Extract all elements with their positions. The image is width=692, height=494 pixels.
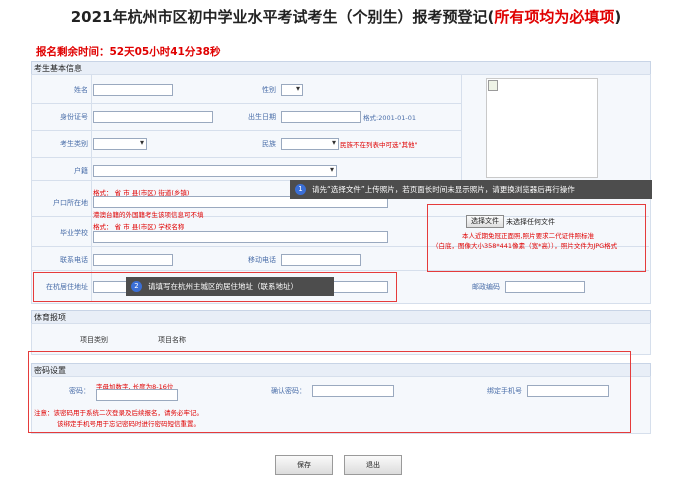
hukou-address-hint: 港澳台籍的外国籍考生该项信息可不填	[93, 211, 204, 219]
ethnic-hint: 民族不在列表中可选"其他"	[340, 141, 418, 149]
password-highlight-box	[28, 351, 631, 433]
step-2-badge: 2	[131, 281, 142, 292]
name-label: 姓名	[74, 86, 88, 94]
photo-highlight-box	[427, 204, 646, 272]
basic-info-title: 考生基本信息	[34, 64, 82, 73]
broken-image-icon	[488, 80, 498, 91]
category-select[interactable]	[93, 138, 147, 150]
name-input[interactable]	[93, 84, 173, 96]
postcode-label: 邮政编码	[472, 283, 500, 291]
step-1-badge: 1	[295, 184, 306, 195]
sports-header: 体育报项	[31, 310, 651, 324]
page-title: 2021年杭州市区初中学业水平考试考生（个别生）报考预登记(所有项均为必填项)	[70, 8, 622, 26]
ethnic-label: 民族	[262, 140, 276, 148]
birth-label: 出生日期	[248, 113, 276, 121]
sports-title: 体育报项	[34, 313, 66, 322]
contact-phone-label: 联系电话	[60, 256, 88, 264]
col-divider	[461, 74, 462, 180]
hukou-address-label: 户口所在地	[53, 199, 88, 207]
mobile-phone-input[interactable]	[281, 254, 361, 266]
school-label: 毕业学校	[60, 229, 88, 237]
row-divider	[31, 157, 461, 158]
category-label: 考生类别	[60, 140, 88, 148]
postcode-input[interactable]	[505, 281, 585, 293]
gender-label: 性别	[262, 86, 276, 94]
col-divider	[91, 74, 92, 302]
birth-input[interactable]	[281, 111, 361, 123]
countdown-text: 报名剩余时间：52天05小时41分38秒	[36, 46, 221, 58]
mobile-phone-label: 移动电话	[248, 256, 276, 264]
id-label: 身份证号	[60, 113, 88, 121]
hukou-select[interactable]	[93, 165, 337, 177]
residence-tooltip: 2 请填写在杭州主城区的居住地址（联系地址）	[126, 277, 334, 296]
gender-select[interactable]	[281, 84, 303, 96]
photo-preview	[486, 78, 598, 178]
basic-info-header: 考生基本信息	[31, 61, 651, 75]
school-input[interactable]	[93, 231, 388, 243]
ethnic-select[interactable]	[281, 138, 339, 150]
required-note: 所有项均为必填项	[494, 8, 615, 26]
hukou-label: 户籍	[74, 167, 88, 175]
upload-tooltip: 1 请先“选择文件”上传照片，若页面长时间未显示照片，请更换浏览器后再行操作	[290, 180, 652, 199]
birth-format-hint: 格式:2001-01-01	[363, 114, 416, 122]
sports-col-category: 项目类别	[80, 336, 108, 344]
save-button[interactable]: 保存	[275, 455, 333, 475]
sports-col-name: 项目名称	[158, 336, 186, 344]
school-format: 格式： 省 市 县(市区) 学校名称	[93, 223, 185, 231]
row-divider	[31, 130, 461, 131]
exit-button[interactable]: 退出	[344, 455, 402, 475]
row-divider	[31, 103, 461, 104]
id-input[interactable]	[93, 111, 213, 123]
contact-phone-input[interactable]	[93, 254, 173, 266]
